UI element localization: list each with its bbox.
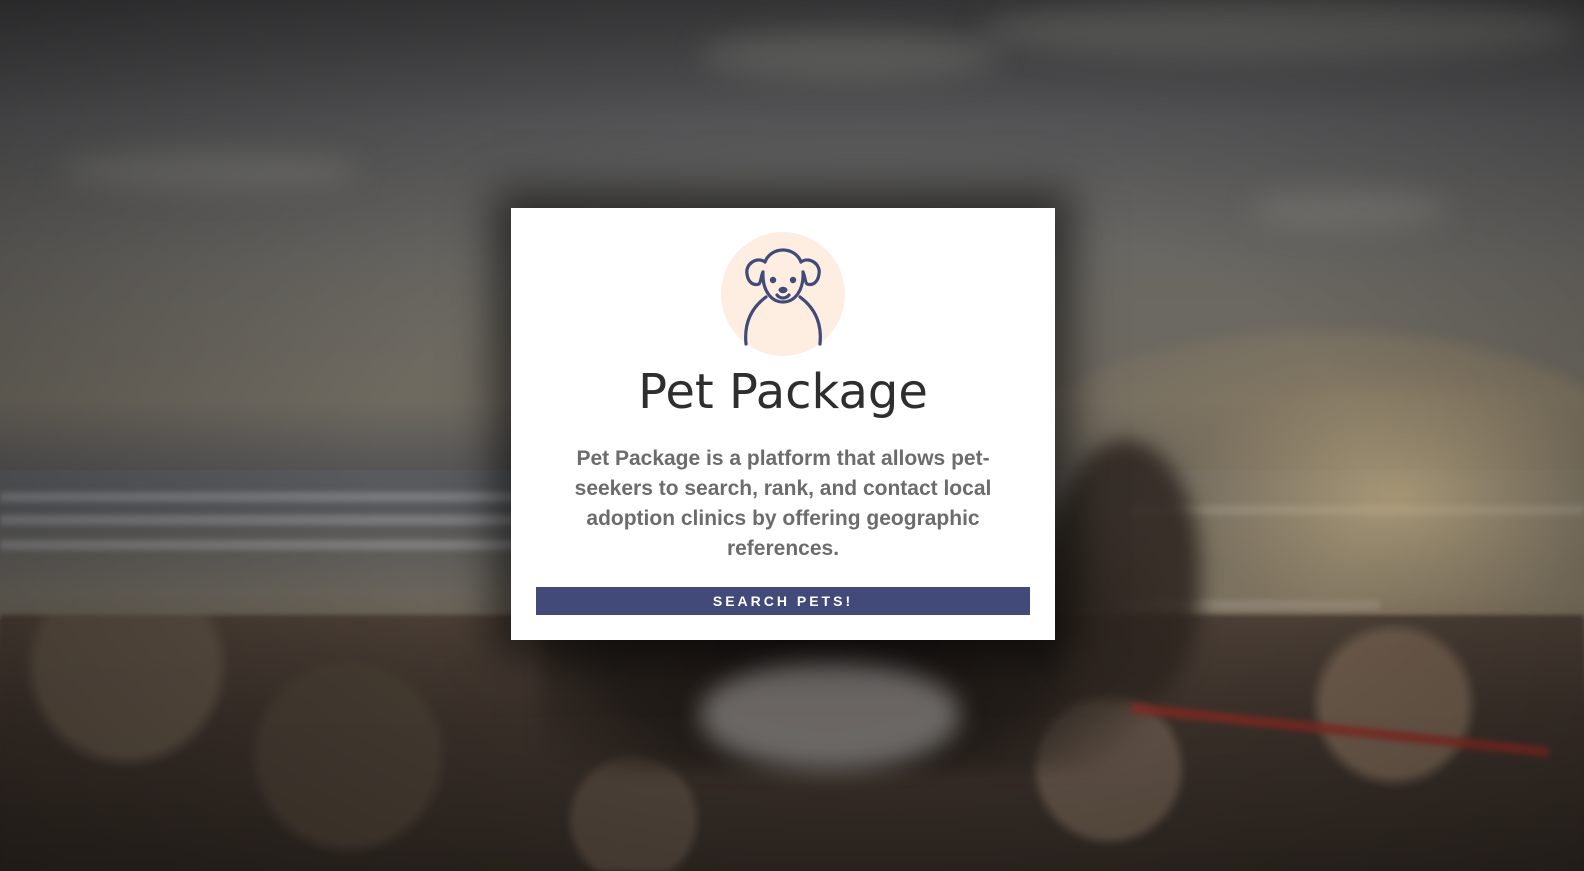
search-pets-button[interactable]: SEARCH PETS! [536,587,1030,615]
intro-card: Pet Package Pet Package is a platform th… [511,208,1055,640]
dog-icon [744,248,822,346]
app-title: Pet Package [638,364,928,420]
logo-badge [721,232,845,356]
app-description: Pet Package is a platform that allows pe… [574,447,992,560]
